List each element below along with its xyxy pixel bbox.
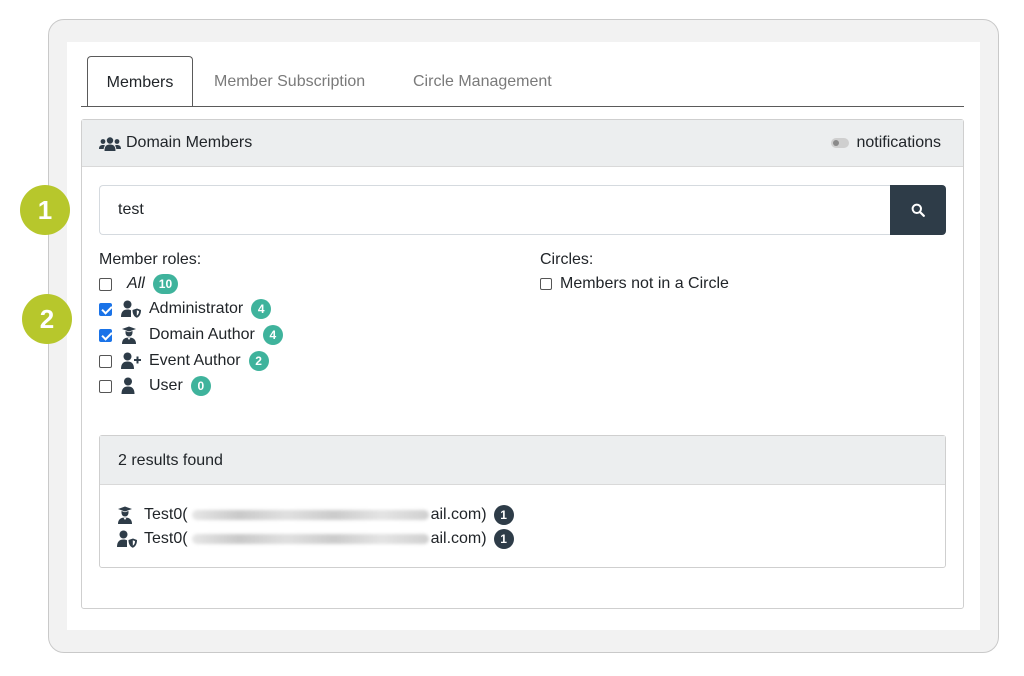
search-button[interactable]: [890, 185, 946, 235]
result-count-badge: 1: [493, 529, 514, 549]
role-user[interactable]: User 0: [99, 376, 211, 396]
tab-circle-management[interactable]: Circle Management: [413, 56, 552, 107]
result-name-prefix: Test0(: [144, 530, 188, 547]
users-icon: [99, 137, 121, 151]
user-shield-icon: [121, 300, 141, 318]
user-shield-icon: [117, 530, 137, 548]
tab-member-subscription[interactable]: Member Subscription: [214, 56, 365, 107]
role-domain-author[interactable]: Domain Author 4: [99, 325, 283, 345]
user-plus-icon: [121, 352, 141, 369]
role-count-badge: 4: [251, 299, 272, 319]
circle-option-label: Members not in a Circle: [560, 275, 729, 292]
role-count-badge: 0: [190, 376, 211, 396]
callout-2: 2: [22, 294, 72, 344]
role-label: Event Author: [149, 352, 241, 369]
role-event-author-checkbox[interactable]: [99, 354, 112, 368]
results-count: 2 results found: [100, 436, 945, 485]
role-label: Domain Author: [149, 326, 255, 343]
role-domain-author-checkbox[interactable]: [99, 328, 112, 342]
circle-filter-option[interactable]: Members not in a Circle: [540, 275, 729, 293]
user-icon: [121, 377, 135, 394]
user-graduate-icon: [118, 506, 132, 524]
redacted-email: [191, 534, 429, 544]
search-input[interactable]: [99, 185, 891, 235]
result-email-suffix: ail.com): [430, 506, 487, 523]
role-event-author[interactable]: Event Author 2: [99, 351, 269, 371]
user-graduate-icon: [122, 326, 136, 344]
notifications-label: notifications: [856, 134, 942, 151]
role-count-badge: 4: [262, 325, 283, 345]
circles-label: Circles:: [540, 251, 594, 268]
tab-members[interactable]: Members: [87, 56, 193, 107]
card-header: Domain Members notifications: [82, 120, 963, 167]
role-count-badge: 2: [248, 351, 269, 371]
tabs-divider: [81, 106, 964, 107]
role-label: All: [127, 275, 145, 292]
role-label: Administrator: [149, 300, 244, 317]
notifications-toggle[interactable]: notifications: [830, 134, 942, 152]
members-not-in-circle-checkbox[interactable]: [540, 278, 552, 290]
results-panel: 2 results found Test0( ail.com) 1 Test0(…: [99, 435, 946, 568]
result-item[interactable]: Test0( ail.com) 1: [117, 504, 514, 526]
role-all[interactable]: All 10: [99, 274, 179, 294]
result-name-prefix: Test0(: [144, 506, 188, 523]
callout-1: 1: [20, 185, 70, 235]
redacted-email: [191, 510, 429, 520]
role-all-checkbox[interactable]: [99, 277, 112, 291]
role-administrator[interactable]: Administrator 4: [99, 299, 272, 319]
member-roles-label: Member roles:: [99, 251, 202, 268]
search-icon: [911, 203, 925, 217]
role-label: User: [149, 377, 183, 394]
card-title: Domain Members: [126, 134, 253, 151]
role-count-badge: 10: [152, 274, 179, 294]
role-user-checkbox[interactable]: [99, 379, 112, 393]
result-count-badge: 1: [493, 505, 514, 525]
result-email-suffix: ail.com): [430, 530, 487, 547]
toggle-switch-icon[interactable]: [830, 138, 849, 148]
role-administrator-checkbox[interactable]: [99, 302, 112, 316]
result-item[interactable]: Test0( ail.com) 1: [117, 528, 514, 550]
